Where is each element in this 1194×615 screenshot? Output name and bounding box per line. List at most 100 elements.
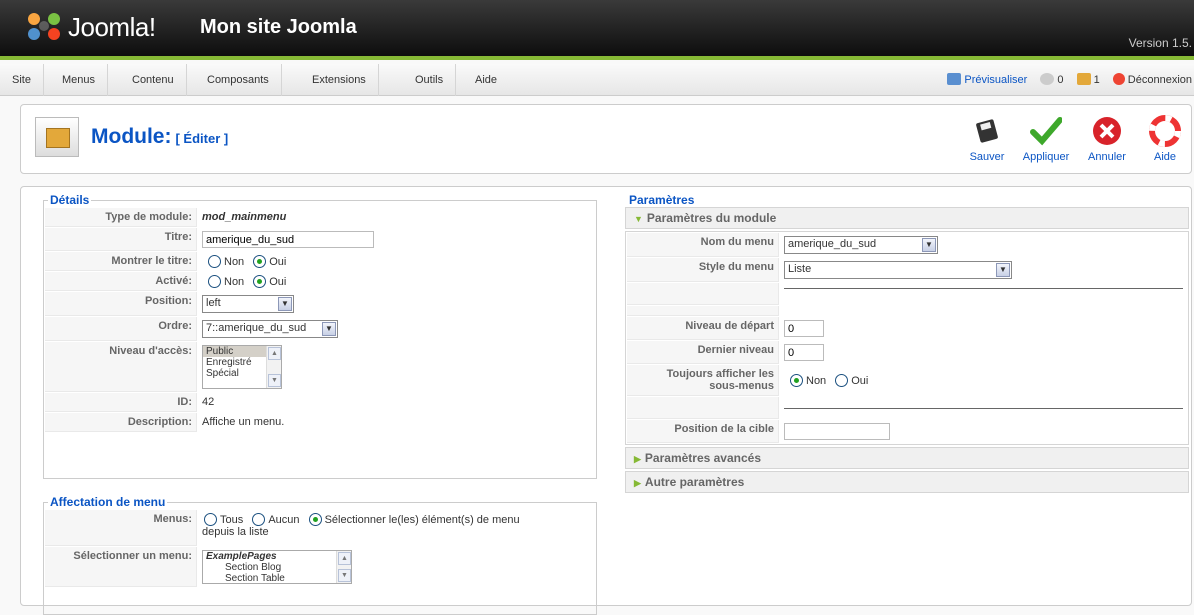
table-row: Style du menu Liste ▼ bbox=[627, 258, 1187, 282]
chevron-down-icon: ▼ bbox=[278, 297, 292, 311]
menus-all-radio[interactable] bbox=[204, 513, 217, 526]
table-row: Montrer le titre: Non Oui bbox=[45, 252, 595, 271]
description-value: Affiche un menu. bbox=[202, 416, 285, 428]
advanced-params-toggle[interactable]: ▶ Paramètres avancés bbox=[625, 447, 1189, 469]
menu-aide[interactable]: Aide bbox=[463, 64, 509, 96]
order-label: Ordre: bbox=[45, 317, 197, 341]
enabled-no-radio[interactable] bbox=[208, 275, 221, 288]
order-select[interactable]: 7::amerique_du_sud ▼ bbox=[202, 320, 338, 338]
joomla-logo-icon bbox=[28, 13, 60, 40]
start-level-input[interactable] bbox=[784, 320, 824, 337]
logout-icon bbox=[1112, 73, 1125, 85]
access-listbox[interactable]: Public Enregistré Spécial ▲ ▼ bbox=[202, 345, 282, 389]
lifebuoy-icon bbox=[1149, 115, 1181, 147]
preview-link[interactable]: Prévisualiser bbox=[947, 73, 1027, 86]
table-row: Titre: bbox=[45, 228, 595, 251]
separator bbox=[784, 408, 1183, 409]
menu-menus[interactable]: Menus bbox=[50, 64, 109, 96]
help-button[interactable]: Aide bbox=[1139, 115, 1191, 163]
menus-label: Menus: bbox=[45, 510, 197, 546]
start-level-label: Niveau de départ bbox=[627, 317, 779, 340]
menu-composants[interactable]: Composants bbox=[195, 64, 282, 96]
cancel-button[interactable]: Annuler bbox=[1081, 115, 1133, 163]
access-label: Niveau d'accès: bbox=[45, 342, 197, 392]
module-params-panel: Nom du menu amerique_du_sud ▼ Style du me… bbox=[625, 231, 1189, 445]
assignment-fieldset: Affectation de menu Menus: Tous Aucun Sé… bbox=[43, 495, 597, 615]
brand-name: Joomla! bbox=[68, 12, 156, 42]
table-row: Dernier niveau bbox=[627, 341, 1187, 364]
chevron-down-icon: ▼ bbox=[922, 238, 936, 252]
list-item[interactable]: Section Blog bbox=[203, 562, 351, 573]
table-row: Toujours afficher les sous-menus Non Oui bbox=[627, 365, 1187, 396]
table-row: Niveau de départ bbox=[627, 317, 1187, 340]
enabled-label: Activé: bbox=[45, 272, 197, 291]
menu-outils[interactable]: Outils bbox=[403, 64, 457, 96]
table-row bbox=[627, 283, 1187, 305]
table-row: Type de module: mod_mainmenu bbox=[45, 208, 595, 227]
list-item[interactable]: ExamplePages bbox=[203, 551, 351, 562]
expand-yes-radio[interactable] bbox=[835, 374, 849, 387]
type-value: mod_mainmenu bbox=[202, 211, 287, 223]
title-label: Titre: bbox=[45, 228, 197, 251]
table-row: Sélectionner un menu: ExamplePages Secti… bbox=[45, 547, 595, 587]
position-select[interactable]: left ▼ bbox=[202, 295, 294, 313]
menus-none-radio[interactable] bbox=[252, 513, 266, 526]
triangle-down-icon: ▼ bbox=[634, 214, 643, 224]
scrollbar[interactable]: ▲ ▼ bbox=[336, 551, 351, 583]
end-level-input[interactable] bbox=[784, 344, 824, 361]
triangle-right-icon: ▶ bbox=[634, 454, 641, 464]
details-fieldset: Détails Type de module: mod_mainmenu Tit… bbox=[43, 193, 597, 479]
menu-name-select[interactable]: amerique_du_sud ▼ bbox=[784, 236, 938, 254]
table-row bbox=[627, 397, 1187, 419]
table-row: Description: Affiche un menu. bbox=[45, 413, 595, 432]
page-title: Module:[ Éditer ] bbox=[91, 125, 229, 148]
menus-select-radio[interactable] bbox=[308, 513, 322, 526]
table-row: Niveau d'accès: Public Enregistré Spécia… bbox=[45, 342, 595, 392]
params-fieldset: Paramètres ▼ Paramètres du module Nom du … bbox=[623, 193, 1191, 519]
menu-contenu[interactable]: Contenu bbox=[120, 64, 187, 96]
always-expand-label: Toujours afficher les sous-menus bbox=[627, 365, 779, 396]
assignment-table: Menus: Tous Aucun Sélectionner le(les) é… bbox=[44, 509, 596, 588]
table-row: Ordre: 7::amerique_du_sud ▼ bbox=[45, 317, 595, 341]
logout-link[interactable]: Déconnexion bbox=[1112, 73, 1192, 86]
save-button[interactable]: Sauver bbox=[961, 115, 1013, 163]
users-link[interactable]: 1 bbox=[1076, 73, 1100, 86]
menu-site[interactable]: Site bbox=[0, 64, 44, 96]
table-row: Nom du menu amerique_du_sud ▼ bbox=[627, 233, 1187, 257]
list-item[interactable]: Section Table bbox=[203, 573, 351, 583]
end-level-label: Dernier niveau bbox=[627, 341, 779, 364]
enabled-yes-radio[interactable] bbox=[253, 275, 267, 288]
expand-no-radio[interactable] bbox=[790, 374, 803, 387]
messages-link[interactable]: 0 bbox=[1040, 73, 1064, 86]
table-row: Position: left ▼ bbox=[45, 292, 595, 316]
menu-items-listbox[interactable]: ExamplePages Section Blog Section Table … bbox=[202, 550, 352, 584]
cancel-icon bbox=[1093, 117, 1121, 145]
title-input[interactable] bbox=[202, 231, 374, 248]
module-params-toggle[interactable]: ▼ Paramètres du module bbox=[625, 207, 1189, 229]
table-row: Activé: Non Oui bbox=[45, 272, 595, 291]
main-menubar: Site Menus Contenu Composants Extensions… bbox=[0, 64, 1194, 96]
menu-extensions[interactable]: Extensions bbox=[300, 64, 379, 96]
floppy-icon bbox=[976, 119, 998, 143]
show-title-yes-radio[interactable] bbox=[253, 255, 267, 268]
version-label: Version 1.5. bbox=[1128, 36, 1192, 50]
scrollbar[interactable]: ▲ ▼ bbox=[266, 346, 281, 388]
preview-icon bbox=[947, 73, 962, 85]
app-header: Joomla! Mon site Joomla Version 1.5. bbox=[0, 0, 1194, 60]
toolbar: Module:[ Éditer ] Sauver Appliquer Annul… bbox=[20, 104, 1192, 174]
other-params-toggle[interactable]: ▶ Autre paramètres bbox=[625, 471, 1189, 493]
chevron-down-icon: ▼ bbox=[996, 263, 1010, 277]
show-title-label: Montrer le titre: bbox=[45, 252, 197, 271]
menu-style-label: Style du menu bbox=[627, 258, 779, 282]
table-row: ID: 42 bbox=[45, 393, 595, 412]
separator bbox=[784, 288, 1183, 289]
table-row bbox=[627, 306, 1187, 316]
type-label: Type de module: bbox=[45, 208, 197, 227]
show-title-no-radio[interactable] bbox=[208, 255, 221, 268]
params-legend: Paramètres bbox=[629, 193, 695, 207]
table-row: Menus: Tous Aucun Sélectionner le(les) é… bbox=[45, 510, 595, 546]
site-name: Mon site Joomla bbox=[200, 16, 357, 38]
menu-style-select[interactable]: Liste ▼ bbox=[784, 261, 1012, 279]
target-position-input[interactable] bbox=[784, 423, 890, 440]
apply-button[interactable]: Appliquer bbox=[1020, 115, 1072, 163]
